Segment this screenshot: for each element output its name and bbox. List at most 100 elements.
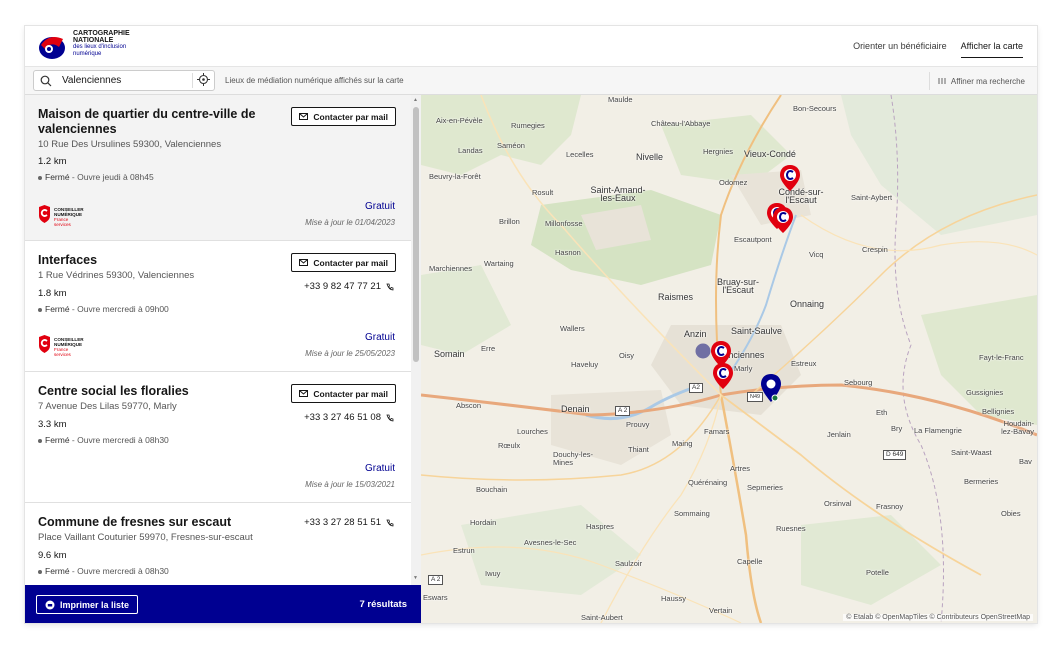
map-caption: Lieux de médiation numérique affichés su… (225, 76, 404, 85)
map-marker-conseiller[interactable] (773, 207, 793, 233)
map-place: Odomez (719, 178, 748, 187)
phone-icon (386, 283, 394, 290)
map-place: Quérénaing (688, 478, 728, 487)
map-place: Vertain (709, 606, 733, 615)
list-footer: Imprimer la liste 7 résultats (25, 585, 421, 623)
map-place: Landas (458, 146, 483, 155)
map-place: Erre (481, 344, 496, 353)
phone-number: +33 3 27 28 51 51 (304, 517, 381, 528)
print-icon (45, 600, 55, 609)
brand-line4: numérique (73, 51, 102, 57)
phone-icon (386, 414, 394, 421)
map-place: Rœulx (498, 441, 521, 450)
map-place: Eswars (423, 593, 448, 602)
map-place: Escautpont (734, 235, 772, 244)
map-marker-open-dot (771, 394, 779, 402)
list-item[interactable]: Commune de fresnes sur escaut Place Vail… (25, 503, 411, 585)
status-detail: - Ouvre mercredi à 08h30 (69, 566, 169, 576)
map-place: Rosult (532, 188, 554, 197)
contact-mail-button[interactable]: Contacter par mail (291, 253, 396, 272)
phone-link[interactable]: +33 3 27 46 51 08 (304, 412, 394, 423)
contact-mail-button[interactable]: Contacter par mail (291, 107, 396, 126)
map-place: Saint-Saulve (731, 326, 783, 336)
map-place: Jenlain (827, 430, 851, 439)
map-place: Bruay-sur-l'Escaut (716, 277, 759, 295)
status-dot-icon (38, 438, 42, 443)
conseiller-text: CONSEILLER NUMÉRIQUE France services (54, 337, 84, 357)
map-place: Denain (561, 404, 590, 414)
map-place: Thiant (628, 445, 649, 454)
contact-mail-label: Contacter par mail (313, 388, 388, 399)
place-title[interactable]: Commune de fresnes sur escaut (38, 515, 288, 530)
status-closed: Fermé (45, 172, 70, 182)
place-title[interactable]: Interfaces (38, 253, 288, 268)
contact-mail-label: Contacter par mail (313, 111, 388, 122)
map-place: Capelle (737, 557, 763, 566)
map-place: Raismes (658, 292, 694, 302)
list-item[interactable]: Centre social les floralies 7 Avenue Des… (25, 372, 411, 503)
status-closed: Fermé (45, 435, 70, 445)
list-scrollbar[interactable]: ▲ ▼ (411, 95, 421, 585)
map-place: Avesnes-le-Sec (524, 538, 577, 547)
app-window: CARTOGRAPHIE NATIONALE des lieux d'inclu… (25, 26, 1037, 623)
logo-icon[interactable] (37, 31, 67, 61)
map-view[interactable]: Maulde Bon-Secours Aix-en-Pévèle Rumegie… (421, 95, 1037, 623)
map-place: Crespin (862, 245, 888, 254)
place-distance: 3.3 km (38, 419, 67, 430)
place-distance: 1.2 km (38, 156, 67, 167)
map-place: Aix-en-Pévèle (436, 116, 483, 125)
map-marker-cluster[interactable] (695, 343, 711, 359)
map-place: Frasnoy (876, 502, 904, 511)
map-place: Houdain-lez-Bavay (1001, 419, 1034, 436)
list-item[interactable]: Maison de quartier du centre-ville de va… (25, 95, 411, 241)
search-input[interactable] (62, 73, 192, 88)
refine-search-button[interactable]: Affiner ma recherche (928, 72, 1025, 90)
map-place: Sepmeries (747, 483, 783, 492)
phone-link[interactable]: +33 9 82 47 77 21 (304, 281, 394, 292)
map-place: Saint-Amand-les-Eaux (590, 185, 646, 203)
map-marker-conseiller[interactable] (780, 165, 800, 191)
map-place: Lourches (517, 427, 548, 436)
nav-orient-beneficiaire[interactable]: Orienter un bénéficiaire (853, 41, 947, 58)
map-attribution[interactable]: © Etalab © OpenMapTiles © Contributeurs … (843, 614, 1033, 621)
place-title[interactable]: Centre social les floralies (38, 384, 288, 399)
updated-date: Mise à jour le 25/05/2023 (305, 349, 395, 358)
map-place: Orsinval (824, 499, 852, 508)
map-place: Haussy (661, 594, 687, 603)
scroll-up-icon[interactable]: ▲ (413, 97, 418, 103)
road-label: A 2 (615, 406, 631, 416)
status-detail: - Ouvre mercredi à 08h30 (69, 435, 169, 445)
map-place: Wallers (560, 324, 585, 333)
map-place: Saint-Waast (951, 448, 992, 457)
scrollbar-thumb[interactable] (413, 107, 419, 362)
map-place: Hordain (470, 518, 497, 527)
scroll-down-icon[interactable]: ▼ (413, 575, 418, 581)
map-place: Artres (730, 464, 751, 473)
map-place: Estreux (791, 359, 817, 368)
place-title[interactable]: Maison de quartier du centre-ville de va… (38, 107, 288, 137)
conseiller-line4: services (54, 352, 71, 357)
map-place: Bermeries (964, 477, 999, 486)
map-place: La Flamengrie (914, 426, 962, 435)
list-item[interactable]: Interfaces 1 Rue Védrines 59300, Valenci… (25, 241, 411, 372)
map-place: Sebourg (844, 378, 873, 387)
print-list-button[interactable]: Imprimer la liste (36, 595, 139, 614)
place-status: Fermé - Ouvre mercredi à 08h30 (38, 566, 169, 576)
nav-afficher-carte[interactable]: Afficher la carte (960, 41, 1023, 58)
map-marker-conseiller[interactable] (713, 363, 733, 389)
status-dot-icon (38, 175, 42, 180)
map-place: Bry (891, 424, 903, 433)
mail-icon (299, 390, 309, 397)
price-label: Gratuit (364, 463, 395, 474)
phone-icon (386, 519, 394, 526)
road-label: D 649 (883, 450, 907, 460)
refine-search-label: Affiner ma recherche (950, 76, 1025, 86)
search-bar: Lieux de médiation numérique affichés su… (25, 67, 1037, 95)
map-place: Potelle (866, 568, 889, 577)
locate-me-button[interactable] (192, 73, 210, 88)
results-count: 7 résultats (359, 599, 407, 610)
map-place: Gussignies (966, 388, 1004, 397)
phone-link[interactable]: +33 3 27 28 51 51 (304, 517, 394, 528)
contact-mail-button[interactable]: Contacter par mail (291, 384, 396, 403)
map-place: Brillon (499, 217, 520, 226)
